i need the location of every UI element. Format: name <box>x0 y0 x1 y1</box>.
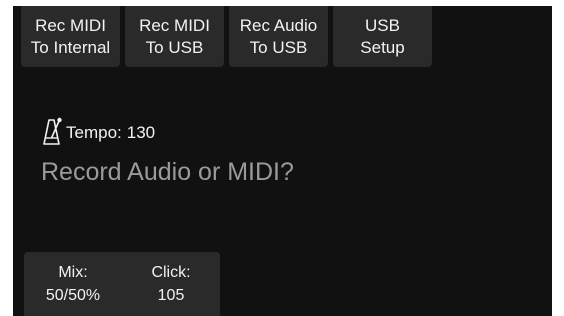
mix-click-panel: Mix: 50/50% Click: 105 <box>24 252 220 316</box>
metronome-icon <box>43 117 62 145</box>
tempo-control[interactable]: Tempo: 130 <box>41 116 155 146</box>
mix-label: Mix: <box>58 264 88 281</box>
rec-midi-to-usb-button[interactable]: Rec MIDI To USB <box>125 6 224 67</box>
button-label-line1: USB <box>365 15 400 35</box>
button-label-line2: To USB <box>145 37 204 57</box>
click-control[interactable]: Click: 105 <box>122 252 220 316</box>
button-label-line1: Rec MIDI <box>35 15 106 35</box>
record-prompt: Record Audio or MIDI? <box>41 158 294 186</box>
button-label-line2: Setup <box>360 37 405 57</box>
button-label-line1: Rec MIDI <box>139 15 210 35</box>
mix-control[interactable]: Mix: 50/50% <box>24 252 122 316</box>
tempo-label: Tempo: <box>66 123 122 142</box>
rec-audio-to-usb-button[interactable]: Rec Audio To USB <box>229 6 328 67</box>
button-label-line1: Rec Audio <box>239 15 318 35</box>
button-label-line2: To Internal <box>30 37 111 57</box>
click-label: Click: <box>151 264 191 281</box>
click-value: 105 <box>157 287 185 304</box>
mix-value: 50/50% <box>45 287 101 304</box>
usb-setup-button[interactable]: USB Setup <box>333 6 432 67</box>
button-label-line2: To USB <box>249 37 308 57</box>
top-button-bar: Rec MIDI To Internal Rec MIDI To USB Rec… <box>21 6 432 67</box>
rec-midi-to-internal-button[interactable]: Rec MIDI To Internal <box>21 6 120 67</box>
tempo-readout: Tempo: 130 <box>66 123 155 146</box>
screen: Rec MIDI To Internal Rec MIDI To USB Rec… <box>13 6 552 316</box>
tempo-value: 130 <box>126 123 156 142</box>
